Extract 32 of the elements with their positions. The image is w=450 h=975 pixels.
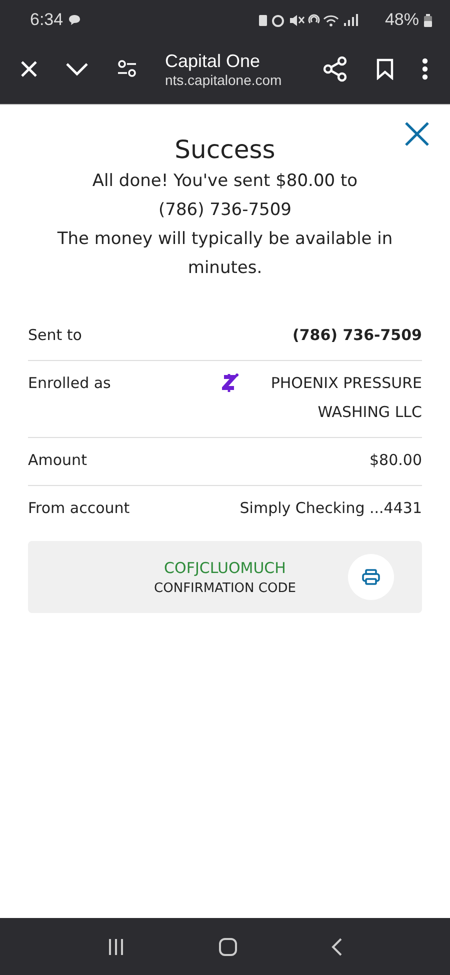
confirmation-code: COFJCLUOMUCH xyxy=(164,558,286,576)
detail-label: From account xyxy=(28,498,130,519)
success-message: minutes. xyxy=(188,257,262,280)
success-message: The money will typically be available in xyxy=(57,228,393,251)
detail-value: $80.00 xyxy=(370,450,422,471)
detail-value: (786) 736-7509 xyxy=(292,325,422,346)
success-message: (786) 736-7509 xyxy=(158,199,292,222)
page-title: Capital One xyxy=(164,50,262,72)
settings-icon[interactable] xyxy=(116,60,137,78)
status-time: 6:34 xyxy=(30,10,64,30)
detail-label: Sent to xyxy=(28,325,82,346)
zelle-icon xyxy=(222,372,239,394)
chevron-down-icon[interactable] xyxy=(66,62,88,76)
detail-value: PHOENIX PRESSURE WASHING LLC xyxy=(270,373,422,423)
detail-label: Enrolled as xyxy=(28,373,111,394)
detail-label: Amount xyxy=(28,450,87,471)
home-icon[interactable] xyxy=(218,936,238,956)
more-icon[interactable] xyxy=(422,58,428,80)
detail-value: Simply Checking ...4431 xyxy=(240,498,422,519)
success-title: Success xyxy=(174,135,276,164)
print-icon xyxy=(362,569,380,585)
message-icon xyxy=(68,14,82,26)
share-icon[interactable] xyxy=(323,56,348,82)
back-icon[interactable] xyxy=(331,936,344,956)
print-button[interactable] xyxy=(348,554,394,600)
success-message: All done! You've sent $80.00 to xyxy=(92,170,358,193)
recent-apps-icon[interactable] xyxy=(106,938,125,956)
confirmation-label: CONFIRMATION CODE xyxy=(154,580,296,596)
page-url: nts.capitalone.com xyxy=(164,72,283,88)
battery-icon xyxy=(424,14,432,26)
battery-percent: 48% xyxy=(384,10,419,30)
bookmark-icon[interactable] xyxy=(376,58,394,80)
